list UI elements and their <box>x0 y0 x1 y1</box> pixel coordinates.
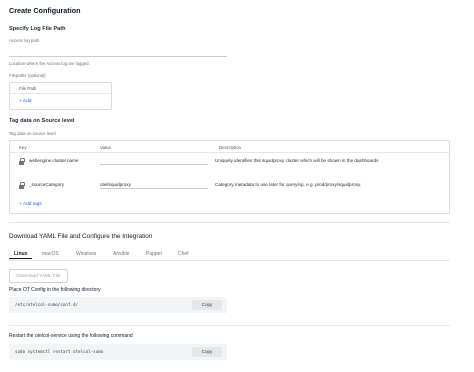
copy-directory-button[interactable]: Copy <box>192 300 222 310</box>
step2-code: sudo systemctl restart otelcol-sumo <box>15 349 104 354</box>
lock-icon <box>19 182 25 189</box>
step2-code-block: sudo systemctl restart otelcol-sumo Copy <box>9 344 227 360</box>
page-title: Create Configuration <box>9 6 81 15</box>
filepaths-column-header: File Path <box>19 86 37 91</box>
tags-section-title: Tag data on Source level <box>9 118 75 124</box>
filepaths-table: File Path + Add <box>9 82 112 110</box>
tags-column-key: Key <box>19 145 27 150</box>
download-section-title: Download YAML File and Configure the Int… <box>9 233 153 240</box>
tags-table: Key Value Description webengine.cluster.… <box>9 140 450 214</box>
step2-title: Restart the otelcol-service using the fo… <box>9 333 133 339</box>
tag-key-source-category: _sourceCategory <box>29 182 64 187</box>
active-tab-indicator <box>9 258 32 260</box>
tags-subtitle: Tag data on source level <box>9 131 56 136</box>
log-path-section-title: Specify Log File Path <box>9 26 66 32</box>
tab-chef[interactable]: Chef <box>178 251 189 257</box>
steps-divider <box>9 325 450 326</box>
tag-description-source-category: Category metadata to use later for query… <box>215 182 362 187</box>
tag-value-cluster-name-input[interactable] <box>100 156 208 165</box>
step1-code: /etc/otelcol-sumo/conf.d/ <box>15 302 79 307</box>
step1-code-block: /etc/otelcol-sumo/conf.d/ Copy <box>9 297 227 313</box>
access-log-path-helper: Location where the Access log are logged… <box>9 61 90 66</box>
tab-windows[interactable]: Windows <box>76 251 96 257</box>
tab-ansible[interactable]: Ansible <box>113 251 129 257</box>
tag-key-cluster-name: webengine.cluster.name <box>29 158 79 163</box>
download-yaml-button[interactable]: Download YAML File <box>9 269 68 283</box>
tab-macos[interactable]: macOS <box>42 251 59 257</box>
tag-description-cluster-name: Uniquely identifies this squidproxy clus… <box>215 158 379 163</box>
add-tags-button[interactable]: + Add tags <box>19 202 42 207</box>
add-filepath-button[interactable]: + Add <box>19 99 31 104</box>
tabs-divider <box>9 260 450 261</box>
step1-title: Place OT Config in the following directo… <box>9 287 101 293</box>
copy-command-button[interactable]: Copy <box>192 347 222 357</box>
tag-value-source-category-input[interactable]: otel/squidproxy <box>100 180 208 189</box>
tab-linux[interactable]: Linux <box>14 251 27 257</box>
tab-puppet[interactable]: Puppet <box>146 251 162 257</box>
access-log-path-input[interactable] <box>9 45 227 57</box>
tags-column-value: Value <box>100 145 111 150</box>
lock-icon <box>19 158 25 165</box>
access-log-path-label: Access log path <box>9 38 40 43</box>
tags-column-description: Description <box>219 145 241 150</box>
section-divider <box>9 222 450 223</box>
tags-header-divider <box>10 152 449 153</box>
filepaths-divider <box>10 93 111 94</box>
filepaths-label: Filepaths (optional) <box>9 73 46 78</box>
